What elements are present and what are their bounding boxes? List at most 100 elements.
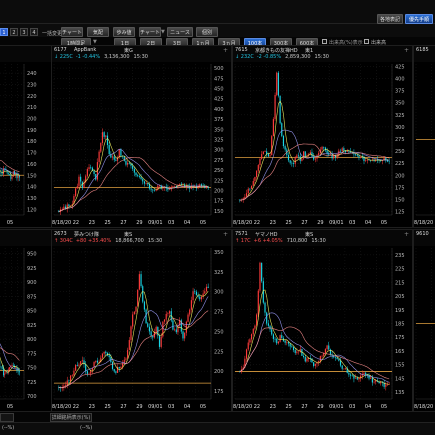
candle	[264, 302, 266, 313]
chart-panel-3[interactable]: 618508/18/20	[413, 45, 435, 228]
y-tick-label: 950	[27, 252, 37, 258]
y-tick-label: 275	[214, 158, 224, 164]
candle	[291, 346, 293, 348]
ma-short-line	[58, 291, 209, 388]
candle	[127, 162, 129, 165]
candlestick-chart[interactable]: 425 400 375 350 325 300 275 250 225 200 175 150 125 0…	[233, 46, 413, 228]
candle	[75, 365, 77, 371]
chart-panel-6[interactable]: 7571 ヤマノHD 東S ↑ 17C +6 +4.05% 710,800 15:30 +23…	[232, 229, 413, 412]
candle	[158, 335, 161, 347]
candle	[349, 374, 352, 376]
candle	[256, 170, 258, 177]
x-tick-label: 08/18/20	[414, 404, 433, 410]
candle	[205, 286, 208, 292]
chart-panel-1[interactable]: 6177 AppBank 東G ↓ 225C -1 -0.44% 3,136,300 15:…	[51, 45, 232, 228]
quote-button[interactable]: 気配	[87, 27, 109, 37]
candle	[363, 372, 365, 374]
candle	[316, 155, 318, 159]
candle	[12, 365, 14, 366]
candlestick-chart[interactable]: 08/18/20	[414, 230, 435, 412]
chart-button[interactable]: チャート	[61, 27, 83, 37]
candlestick-chart[interactable]: 350 325 300 275 250 225 200 175 08/18/2022 23 25 27…	[52, 230, 232, 412]
chart-panel-7[interactable]: 961008/18/20	[413, 229, 435, 412]
candlestick-chart[interactable]: 235 225 215 205 195 185 175 165 155 145 135 08/18/2…	[233, 230, 413, 412]
priority-order-button[interactable]: 優先手順	[405, 14, 433, 24]
candle	[0, 366, 2, 368]
candle	[168, 311, 171, 314]
x-tick-label: 08/18/20	[233, 404, 252, 410]
y-tick-label: 800	[27, 337, 37, 343]
bottom-tab-detail[interactable]: 詳細銘柄表示(%)	[50, 413, 92, 422]
candle	[135, 172, 137, 176]
y-tick-label: 195	[395, 308, 405, 314]
candle	[174, 329, 176, 331]
candle	[318, 152, 320, 156]
tick-button[interactable]: 歩み値	[113, 27, 135, 37]
volume-pct-checkbox[interactable]	[322, 39, 327, 44]
chart-dropdown-button[interactable]: チャート	[139, 27, 161, 37]
volume-checkbox[interactable]	[364, 39, 369, 44]
y-tick-label: 250	[395, 149, 405, 155]
candle	[249, 339, 251, 343]
chart-panel-5[interactable]: 2673 夢みつけ隊 東S ↑ 304C +80 +35.40% 18,866,700 15…	[51, 229, 232, 412]
candle	[297, 351, 300, 353]
candle	[318, 361, 320, 363]
candle	[277, 72, 280, 96]
tab-4[interactable]: 4	[30, 28, 38, 36]
bottom-tab-0[interactable]	[0, 413, 14, 422]
candle	[4, 373, 6, 376]
candle	[259, 158, 261, 166]
candlestick-chart[interactable]: 08/18/20	[414, 46, 435, 228]
candle	[68, 204, 70, 207]
candle	[15, 367, 17, 368]
candle	[274, 338, 276, 340]
candle	[254, 325, 256, 329]
candle	[155, 326, 157, 332]
candle	[101, 132, 104, 143]
candle	[341, 148, 343, 152]
candle	[355, 377, 357, 379]
candle	[351, 375, 353, 377]
candlestick-chart[interactable]: 500 475 450 425 400 375 350 325 300 275 250 225 200 1…	[52, 46, 232, 228]
candlestick-chart[interactable]: 240 230 220 210 200 190 180 170 160 150 140 130 120 0…	[0, 46, 53, 228]
candle	[71, 375, 73, 376]
candle	[365, 160, 367, 162]
candle	[204, 291, 206, 294]
candle	[100, 142, 102, 152]
candle	[336, 357, 338, 360]
chart-panel-0[interactable]: 240 230 220 210 200 190 180 170 160 150 140 130 120 0…	[0, 45, 53, 228]
candle	[328, 345, 330, 350]
candle	[289, 160, 291, 163]
candle	[1, 367, 3, 369]
candle	[341, 365, 343, 369]
display-settings-button[interactable]: 各地表記	[377, 14, 403, 24]
news-button[interactable]: ニュース	[167, 27, 193, 37]
candle	[125, 160, 127, 165]
candle	[279, 335, 281, 342]
y-tick-label: 120	[27, 207, 37, 213]
candle	[250, 185, 253, 189]
tab-2[interactable]: 2	[10, 28, 18, 36]
y-tick-label: 250	[214, 168, 224, 174]
y-tick-label: 230	[27, 82, 37, 88]
candle	[86, 370, 88, 374]
chart-panel-2[interactable]: 7615 京都きもの友禅HD 東1 ↓ 232C -2 -0.85% 2,859,300 1…	[232, 45, 413, 228]
candlestick-chart[interactable]: 950925900875850825800775750725700030405	[0, 230, 53, 412]
candle	[150, 331, 152, 336]
candle	[76, 186, 78, 189]
tab-3[interactable]: 3	[20, 28, 28, 36]
y-tick-label: 350	[214, 250, 224, 256]
candle	[16, 173, 18, 178]
candle	[262, 151, 264, 155]
candle	[324, 349, 326, 354]
chart-panel-4[interactable]: 950925900875850825800775750725700030405	[0, 229, 53, 412]
y-tick-label: 140	[27, 185, 37, 191]
status-pct-1: (--%)	[2, 425, 15, 431]
candle	[3, 368, 4, 376]
tab-1[interactable]: 1	[0, 28, 8, 36]
chevron-down-icon[interactable]: ▼	[161, 29, 165, 35]
candle	[160, 336, 162, 347]
candle	[279, 95, 281, 124]
y-tick-label: 210	[27, 105, 37, 111]
individual-button[interactable]: 個別	[196, 27, 218, 37]
